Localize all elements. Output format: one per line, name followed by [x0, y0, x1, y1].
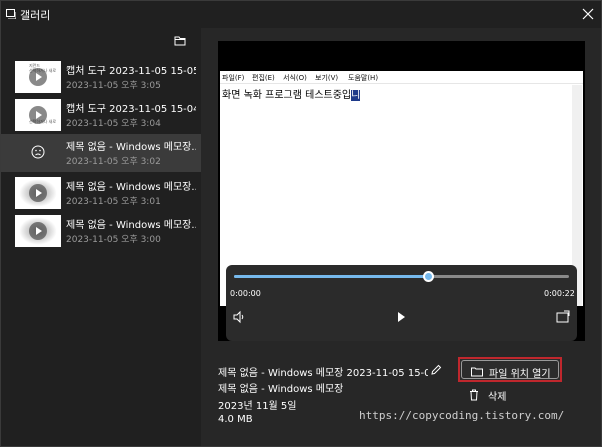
gallery-window: 갤러리 지란드 선택하거나 새로 캡처 도구 2023-11-05 15-05-…: [0, 0, 602, 447]
recording-app: 제목 없음 - Windows 메모장: [218, 384, 344, 395]
fullscreen-icon[interactable]: [555, 309, 571, 325]
notepad-menu-item: 도움말(H): [348, 74, 379, 82]
seek-bar[interactable]: [234, 271, 569, 282]
item-title: 캡처 도구 2023-11-05 15-05-...: [66, 66, 196, 77]
elapsed-time: 0:00:00: [230, 289, 261, 298]
title-bar: 갤러리: [1, 1, 601, 28]
watermark-text: https://copycoding.tistory.com/: [359, 409, 565, 422]
notepad-menu-item: 파일(F): [222, 74, 245, 82]
open-file-location-button[interactable]: 파일 위치 열기: [458, 357, 562, 382]
total-time: 0:00:22: [544, 289, 575, 298]
thumbnail: [15, 215, 61, 247]
notepad-menu-item: 서식(O): [283, 74, 307, 82]
folder-icon: [471, 367, 483, 377]
recording-date: 2023년 11월 5일: [218, 401, 297, 412]
item-title: 제목 없음 - Windows 메모장...: [66, 182, 196, 193]
item-date: 2023-11-05 오후 3:02: [66, 157, 161, 167]
detail-pane: 파일(F) 편집(E) 서식(O) 보기(V) 도움말(H) 화면 녹화 프로그…: [201, 28, 601, 446]
delete-button[interactable]: 삭제: [488, 388, 506, 403]
recording-list: 지란드 선택하거나 새로 캡처 도구 2023-11-05 15-05-... …: [1, 28, 201, 446]
play-overlay-icon: [29, 68, 47, 86]
notepad-cursor-char: 니: [351, 90, 361, 101]
item-date: 2023-11-05 오후 3:00: [66, 235, 161, 245]
list-item-selected[interactable]: 제목 없음 - Windows 메모장... 2023-11-05 오후 3:0…: [1, 134, 201, 172]
item-title: 제목 없음 - Windows 메모장...: [66, 142, 196, 153]
notepad-menu: 파일(F) 편집(E) 서식(O) 보기(V) 도움말(H): [220, 71, 583, 84]
item-title: 제목 없음 - Windows 메모장...: [66, 220, 196, 231]
thumbnail: 지란드 선택하거나 새로: [15, 61, 61, 93]
thumbnail: [15, 177, 61, 209]
seek-handle[interactable]: [423, 271, 435, 282]
folder-icon[interactable]: [169, 32, 191, 50]
sad-face-icon: [31, 145, 45, 159]
recording-title: 제목 없음 - Windows 메모장 2023-11-05 15-02-...: [218, 368, 428, 379]
play-overlay-icon: [29, 106, 47, 124]
volume-icon[interactable]: [231, 309, 247, 325]
pencil-icon[interactable]: [429, 363, 443, 377]
item-title: 캡처 도구 2023-11-05 15-04-...: [66, 104, 196, 115]
play-icon[interactable]: [393, 309, 409, 325]
list-item[interactable]: 제목 없음 - Windows 메모장... 2023-11-05 오후 3:0…: [1, 212, 201, 250]
play-overlay-icon: [29, 222, 47, 240]
close-icon[interactable]: [577, 3, 599, 25]
item-date: 2023-11-05 오후 3:05: [66, 81, 161, 91]
thumbnail: 선택하거나 새로: [15, 99, 61, 131]
list-item[interactable]: 지란드 선택하거나 새로 캡처 도구 2023-11-05 15-05-... …: [1, 58, 201, 96]
open-file-location-label: 파일 위치 열기: [489, 369, 551, 380]
media-controls: 0:00:00 0:00:22: [226, 265, 577, 341]
gallery-app-icon: [6, 9, 16, 19]
list-item[interactable]: 제목 없음 - Windows 메모장... 2023-11-05 오후 3:0…: [1, 174, 201, 212]
notepad-body: 화면 녹화 프로그램 테스트중입: [222, 90, 352, 101]
list-item[interactable]: 선택하거나 새로 캡처 도구 2023-11-05 15-04-... 2023…: [1, 96, 201, 134]
seek-progress: [234, 275, 429, 278]
notepad-menu-item: 보기(V): [315, 74, 339, 82]
window-title: 갤러리: [20, 9, 51, 22]
notepad-text: 화면 녹화 프로그램 테스트중입니: [222, 86, 361, 101]
item-date: 2023-11-05 오후 3:04: [66, 119, 161, 129]
notepad-menu-item: 편집(E): [252, 74, 275, 82]
play-overlay-icon: [29, 184, 47, 202]
item-date: 2023-11-05 오후 3:01: [66, 197, 161, 207]
trash-icon[interactable]: [469, 389, 479, 401]
video-preview[interactable]: 파일(F) 편집(E) 서식(O) 보기(V) 도움말(H) 화면 녹화 프로그…: [218, 41, 585, 341]
recording-size: 4.0 MB: [218, 414, 253, 425]
